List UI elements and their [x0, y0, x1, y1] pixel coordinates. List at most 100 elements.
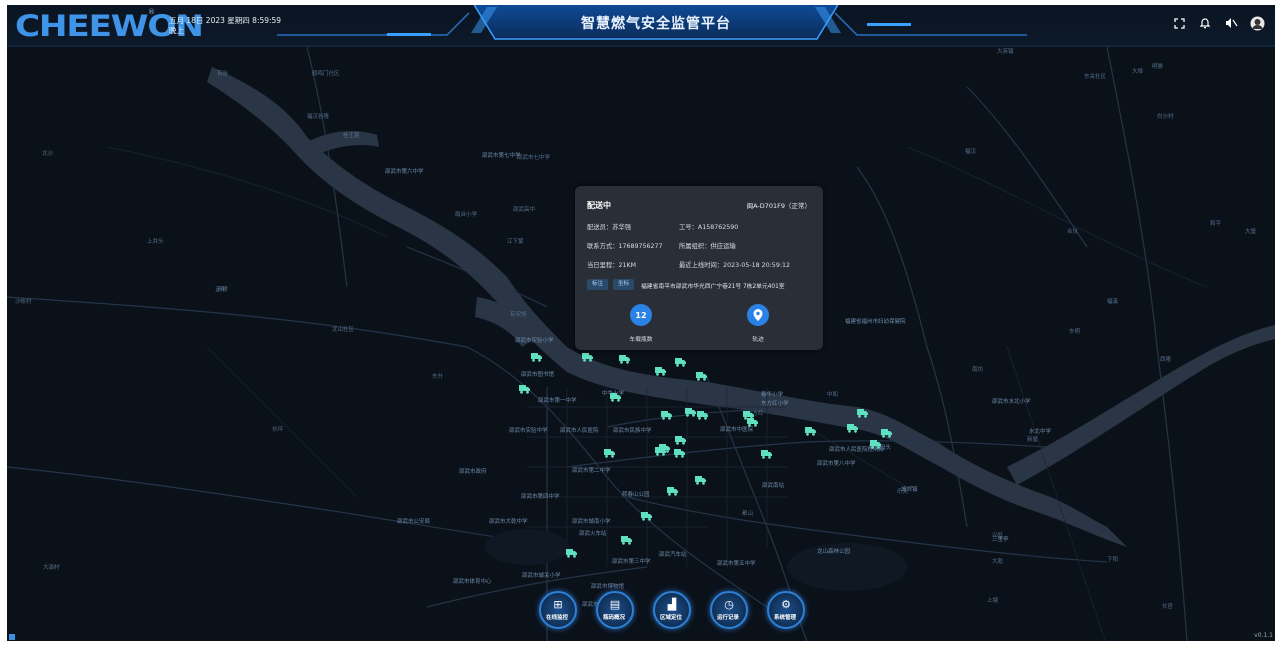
mark-tag[interactable]: 标注	[587, 279, 609, 290]
place-label: 邵武市第一中学	[538, 398, 577, 404]
place-label: 城郊镇	[901, 487, 918, 493]
truck-marker-icon[interactable]	[667, 481, 678, 496]
map-label: 东升	[432, 374, 444, 380]
place-label: 邵武市政府	[459, 469, 487, 475]
truck-marker-icon[interactable]	[857, 403, 868, 418]
place-label: 邵武市第八中学	[817, 461, 856, 467]
phone-row: 联系方式：17689756277	[587, 241, 663, 250]
driver-row: 配送员：苏华强	[587, 222, 631, 231]
last-online-row: 最近上线时间：2023-05-18 20:59:12	[679, 260, 790, 269]
coordinate-tag[interactable]: 坐标	[613, 279, 635, 290]
version-label: v0.1.1	[1254, 632, 1273, 639]
org-name: 供应运输	[710, 243, 736, 250]
nav-system-settings[interactable]: ⚙ 系统管理	[765, 591, 805, 631]
date-time: 五月 18日 2023 星期四 8:59:59 晚上	[169, 16, 281, 36]
truck-marker-icon[interactable]	[870, 434, 881, 449]
building-icon: ▟	[667, 598, 677, 611]
location-pin-icon	[753, 309, 763, 321]
truck-marker-icon[interactable]	[674, 443, 685, 458]
track-label: 轨迹	[752, 337, 764, 343]
mileage-value: 21KM	[618, 262, 637, 269]
place-label: 邵武市第六中学	[385, 169, 424, 175]
nav-run-history[interactable]: ◷ 运行记录	[708, 591, 748, 631]
place-label: 邵武汽车站	[659, 552, 687, 558]
fullscreen-icon[interactable]	[1171, 15, 1187, 31]
phone-number: 17689756277	[618, 243, 663, 250]
map-label: 北山社区	[332, 327, 355, 333]
map-label: 长官	[1162, 604, 1174, 610]
truck-marker-icon[interactable]	[697, 405, 708, 420]
truck-marker-icon[interactable]	[675, 352, 686, 367]
truck-marker-icon[interactable]	[696, 366, 707, 381]
map-label: 下阳	[1107, 557, 1119, 563]
map-label: 新桥	[217, 287, 229, 293]
map-label: 长坪	[272, 427, 284, 433]
place-label: 春华小学	[761, 392, 784, 398]
page-title: 智慧燃气安全监管平台	[581, 16, 731, 32]
map-label: 明晏	[1152, 64, 1164, 70]
map-label: 大英镇	[997, 49, 1014, 55]
user-avatar-icon[interactable]	[1249, 15, 1265, 31]
job-label: 工号：	[679, 224, 698, 231]
map-label: 新屋	[1027, 437, 1039, 443]
map-label: 邵武高中	[513, 207, 536, 213]
cylinder-count-button[interactable]: 12	[630, 304, 652, 326]
truck-marker-icon[interactable]	[655, 361, 666, 376]
truck-marker-icon[interactable]	[641, 506, 652, 521]
map-label: 东明	[1069, 329, 1081, 335]
truck-marker-icon[interactable]	[619, 349, 630, 364]
place-label: 邵武市城关小学	[522, 573, 561, 579]
clock-icon: ◷	[724, 598, 734, 611]
truck-marker-icon[interactable]	[805, 421, 816, 436]
bell-icon[interactable]	[1197, 15, 1213, 31]
map-label: 北沙	[42, 151, 54, 157]
truck-marker-icon[interactable]	[695, 470, 706, 485]
place-label: 东方红小学	[761, 401, 789, 407]
truck-marker-icon[interactable]	[675, 430, 686, 445]
truck-marker-icon[interactable]	[747, 412, 758, 427]
map-label: 霞台小学	[455, 212, 478, 218]
truck-marker-icon[interactable]	[531, 347, 542, 362]
place-label: 邵武市人民医院	[560, 428, 599, 434]
place-label: 邵武市水北小学	[992, 399, 1031, 405]
header-actions	[1171, 15, 1265, 31]
place-label: 邵武市实验小学	[515, 338, 554, 344]
cylinder-count-label: 车载瓶数	[629, 337, 653, 343]
truck-marker-icon[interactable]	[621, 530, 632, 545]
truck-marker-icon[interactable]	[685, 402, 696, 417]
truck-marker-icon[interactable]	[661, 405, 672, 420]
truck-marker-icon[interactable]	[761, 444, 772, 459]
driver-name: 苏华强	[612, 224, 632, 231]
truck-marker-icon[interactable]	[604, 443, 615, 458]
place-label: 邵武南站	[762, 483, 785, 489]
org-row: 所属组织：供应运输	[679, 241, 736, 250]
place-label: 邵武市实验中学	[509, 428, 548, 434]
place-label: 邵武市博物馆	[591, 584, 625, 590]
map-label: 有谷	[217, 71, 229, 77]
last-online-label: 最近上线时间：	[679, 262, 724, 269]
map-label: 沙帐村	[15, 299, 32, 305]
nav-area-location[interactable]: ▟ 区域定位	[651, 591, 691, 631]
truck-marker-icon[interactable]	[847, 418, 858, 433]
mute-icon[interactable]	[1223, 15, 1239, 31]
map-label: 白沙村	[1157, 114, 1174, 120]
map-label: 都山	[742, 511, 754, 517]
bottom-nav: ⊞ 在线监控 ▤ 瓶码概况 ▟ 区域定位 ◷ 运行记录 ⚙ 系统管理	[537, 591, 817, 631]
app-frame: 大英镇 明晏 北沙 有谷 鹤鸣门社区 桂王墓 霞台小学 邵武高中 上井头 江下窠…	[7, 5, 1275, 641]
mileage-label: 当日里程：	[587, 262, 619, 269]
place-label: 邵武市民族中学	[613, 428, 652, 434]
truck-marker-icon[interactable]	[519, 379, 530, 394]
place-label: 邵武市体育中心	[453, 579, 492, 585]
map-label: 合坑	[1067, 229, 1079, 235]
truck-marker-icon[interactable]	[610, 387, 621, 402]
truck-marker-icon[interactable]	[655, 441, 666, 456]
gear-icon: ⚙	[781, 598, 791, 611]
map-label: 西隆	[1160, 357, 1172, 363]
map-label: 和平	[1210, 221, 1222, 227]
map-label: 上塘	[987, 598, 999, 604]
truck-marker-icon[interactable]	[566, 543, 577, 558]
nav-cylinder-overview[interactable]: ▤ 瓶码概况	[594, 591, 634, 631]
truck-marker-icon[interactable]	[881, 423, 892, 438]
track-button[interactable]	[747, 304, 769, 326]
nav-online-monitor[interactable]: ⊞ 在线监控	[537, 591, 577, 631]
